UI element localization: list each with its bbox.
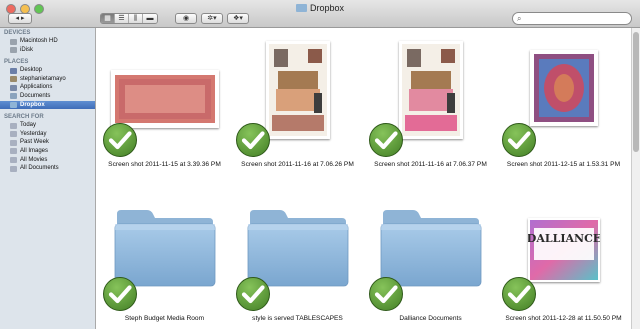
sidebar-item-idisk[interactable]: iDisk	[0, 46, 95, 55]
dropbox-menu-button[interactable]: ❖▾	[227, 13, 249, 24]
sidebar-item-all-images[interactable]: All Images	[0, 147, 95, 156]
documents-icon	[10, 93, 17, 100]
sidebar-item-today[interactable]: Today	[0, 121, 95, 130]
sidebar-item-label: Past Week	[20, 139, 49, 146]
sidebar-section-header: DEVICES	[4, 30, 31, 36]
smart-folder-icon	[10, 148, 17, 155]
sidebar-item-all-movies[interactable]: All Movies	[0, 156, 95, 165]
file-name-label: Screen shot 2011-12-28 at 11.50.50 PM	[505, 315, 622, 322]
sidebar-item-label: Applications	[20, 84, 53, 91]
sidebar-item-label: All Images	[20, 147, 49, 154]
sidebar-item-past-week[interactable]: Past Week	[0, 138, 95, 147]
file-item[interactable]: DALLIANCE Screen shot 2011-12-28 at 11.50…	[501, 28, 626, 329]
sidebar-item-label: Macintosh HD	[20, 38, 58, 44]
sidebar-item-label: Desktop	[20, 67, 43, 74]
file-grid: Screen shot 2011-11-15 at 3.39.36 PM Scre…	[97, 28, 631, 329]
folder-item[interactable]: style is served TABLESCAPES	[235, 28, 360, 329]
sidebar-item-macintosh-hd[interactable]: Macintosh HD	[0, 37, 95, 46]
sidebar-item-label: All Movies	[20, 156, 48, 163]
list-view-button[interactable]: ☰	[115, 14, 129, 23]
clock-icon	[10, 131, 17, 138]
sidebar-item-label: Dropbox	[20, 101, 45, 108]
file-name-label: Dalliance Documents	[399, 315, 462, 322]
sidebar-item-stephanietamayo[interactable]: stephanietamayo	[0, 75, 95, 84]
finder-window: Dropbox ◂ ▸ ▦ ☰ ⫼ ▬ ◉ ✲▾ ❖▾ ⌕ DEVICES Mac…	[0, 0, 640, 329]
sidebar-section-header: PLACES	[4, 59, 29, 66]
sidebar-item-label: Yesterday	[20, 130, 47, 137]
sidebar-item-applications[interactable]: Applications	[0, 83, 95, 92]
sidebar: DEVICES Macintosh HD iDisk PLACES Desktop ste…	[0, 28, 96, 329]
sync-check-icon	[103, 277, 137, 311]
toolbar: Dropbox ◂ ▸ ▦ ☰ ⫼ ▬ ◉ ✲▾ ❖▾ ⌕	[0, 0, 640, 28]
folder-item[interactable]: Steph Budget Media Room	[102, 28, 227, 329]
sidebar-item-yesterday[interactable]: Yesterday	[0, 130, 95, 139]
view-switcher[interactable]: ▦ ☰ ⫼ ▬	[100, 13, 158, 24]
idisk-icon	[10, 47, 17, 54]
file-name-label: style is served TABLESCAPES	[252, 315, 343, 322]
sidebar-section-header: SEARCH FOR	[4, 114, 44, 121]
sidebar-item-label: Today	[20, 122, 37, 129]
sync-check-icon	[369, 277, 403, 311]
gear-icon: ✲	[207, 15, 214, 22]
clock-icon	[10, 139, 17, 146]
sidebar-item-dropbox[interactable]: Dropbox	[0, 100, 95, 110]
coverflow-view-button[interactable]: ▬	[143, 14, 157, 23]
eye-icon: ◉	[182, 15, 190, 22]
applications-icon	[10, 84, 17, 91]
column-view-button[interactable]: ⫼	[129, 14, 143, 23]
desktop-icon	[10, 67, 17, 74]
sidebar-item-all-documents[interactable]: All Documents	[0, 164, 95, 173]
search-icon: ⌕	[517, 14, 522, 23]
vertical-scrollbar[interactable]	[631, 28, 640, 329]
sync-check-icon	[502, 277, 536, 311]
folder-item[interactable]: Dalliance Documents	[368, 28, 493, 329]
sidebar-item-documents[interactable]: Documents	[0, 92, 95, 101]
sidebar-item-label: iDisk	[20, 46, 33, 53]
sidebar-item-label: All Documents	[20, 165, 59, 172]
action-menu-button[interactable]: ✲▾	[201, 13, 223, 24]
sidebar-item-label: stephanietamayo	[20, 75, 66, 82]
sidebar-item-desktop[interactable]: Desktop	[0, 66, 95, 75]
smart-folder-icon	[10, 165, 17, 172]
quick-look-button[interactable]: ◉	[175, 13, 197, 24]
folder-icon	[295, 4, 307, 12]
back-forward-buttons[interactable]: ◂ ▸	[8, 13, 32, 24]
dropbox-icon: ❖	[233, 15, 240, 22]
sync-check-icon	[236, 277, 270, 311]
scrollbar-thumb[interactable]	[633, 32, 639, 152]
home-icon	[10, 76, 17, 83]
dalliance-logo-thumbnail: DALLIANCE	[526, 220, 601, 280]
hard-drive-icon	[10, 38, 17, 45]
dalliance-logo-text: DALLIANCE	[528, 232, 600, 245]
sidebar-item-label: Documents	[20, 92, 51, 99]
file-name-label: Steph Budget Media Room	[124, 315, 205, 322]
smart-folder-icon	[10, 157, 17, 164]
dropbox-icon	[10, 102, 17, 109]
search-input[interactable]: ⌕	[512, 12, 632, 25]
file-thumbnail: DALLIANCE	[526, 218, 601, 282]
clock-icon	[10, 122, 17, 129]
icon-view-button[interactable]: ▦	[101, 14, 115, 23]
